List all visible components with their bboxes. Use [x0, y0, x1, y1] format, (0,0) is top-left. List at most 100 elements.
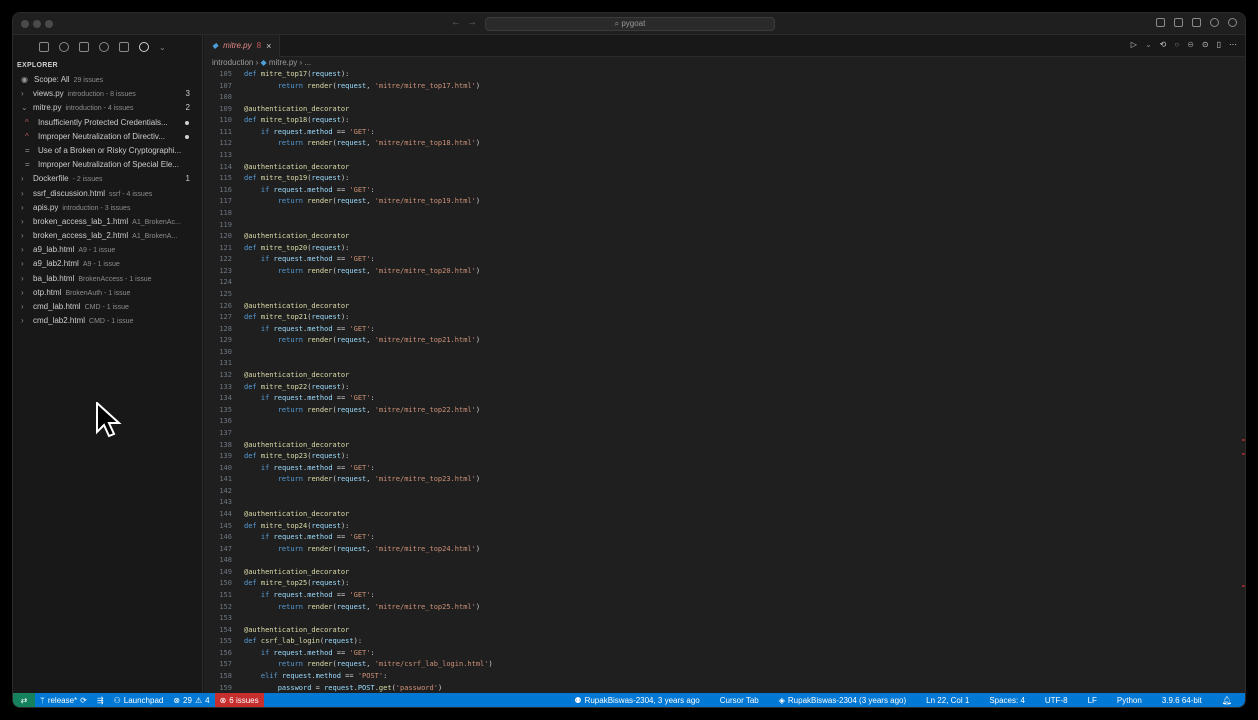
- code-line[interactable]: 129 return render(request, 'mitre/mitre_…: [204, 335, 1245, 347]
- tree-item[interactable]: ◉ Scope: All 29 issues: [13, 73, 202, 87]
- tree-item[interactable]: ⌄ mitre.py introduction - 4 issues 2: [13, 101, 202, 115]
- close-window-button[interactable]: [21, 20, 29, 28]
- tree-item[interactable]: ^ Improper Neutralization of Directiv...: [13, 130, 202, 144]
- line-ending[interactable]: LF: [1083, 693, 1102, 707]
- code-line[interactable]: 109 @authentication_decorator: [204, 104, 1245, 116]
- code-line[interactable]: 136: [204, 416, 1245, 428]
- minimize-window-button[interactable]: [33, 20, 41, 28]
- files-icon[interactable]: [39, 42, 49, 52]
- code-editor[interactable]: 105 def mitre_top17(request): 107 return r…: [204, 69, 1245, 693]
- chevron-down-icon[interactable]: ⌄: [159, 43, 166, 52]
- code-line[interactable]: 152 return render(request, 'mitre/mitre_…: [204, 602, 1245, 614]
- tree-item[interactable]: = Use of a Broken or Risky Cryptographi..…: [13, 144, 202, 158]
- code-line[interactable]: 127 def mitre_top21(request):: [204, 312, 1245, 324]
- python-interpreter[interactable]: 3.9.6 64-bit: [1157, 693, 1207, 707]
- close-tab-icon[interactable]: ×: [266, 41, 271, 51]
- tree-item[interactable]: › broken_access_lab_1.html A1_BrokenAc...: [13, 215, 202, 229]
- code-line[interactable]: 157 return render(request, 'mitre/csrf_l…: [204, 659, 1245, 671]
- cursor-icon[interactable]: ⊙: [1202, 40, 1209, 49]
- code-line[interactable]: 132 @authentication_decorator: [204, 370, 1245, 382]
- language-mode[interactable]: Python: [1112, 693, 1147, 707]
- code-line[interactable]: 155 def csrf_lab_login(request):: [204, 636, 1245, 648]
- code-line[interactable]: 139 def mitre_top23(request):: [204, 451, 1245, 463]
- extensions-icon[interactable]: [119, 42, 129, 52]
- code-line[interactable]: 135 return render(request, 'mitre/mitre_…: [204, 405, 1245, 417]
- launchpad-button[interactable]: ⚇ Launchpad: [109, 693, 169, 707]
- notifications-bell-icon[interactable]: 🔔︎: [1217, 693, 1237, 707]
- tree-item[interactable]: › broken_access_lab_2.html A1_BrokenA...: [13, 229, 202, 243]
- code-line[interactable]: 143: [204, 497, 1245, 509]
- code-line[interactable]: 140 if request.method == 'GET':: [204, 463, 1245, 475]
- command-center-search[interactable]: ⌕ pygoat: [485, 17, 775, 31]
- cursor-tab[interactable]: Cursor Tab: [715, 693, 764, 707]
- code-line[interactable]: 120 @authentication_decorator: [204, 231, 1245, 243]
- code-line[interactable]: 148: [204, 555, 1245, 567]
- code-line[interactable]: 150 def mitre_top25(request):: [204, 578, 1245, 590]
- encoding[interactable]: UTF-8: [1040, 693, 1073, 707]
- code-line[interactable]: 138 @authentication_decorator: [204, 440, 1245, 452]
- code-line[interactable]: 119: [204, 220, 1245, 232]
- cursor-position[interactable]: Ln 22, Col 1: [921, 693, 974, 707]
- code-line[interactable]: 128 if request.method == 'GET':: [204, 324, 1245, 336]
- code-line[interactable]: 149 @authentication_decorator: [204, 567, 1245, 579]
- code-line[interactable]: 111 if request.method == 'GET':: [204, 127, 1245, 139]
- code-line[interactable]: 137: [204, 428, 1245, 440]
- split-editor-icon[interactable]: ▯: [1217, 40, 1221, 49]
- code-line[interactable]: 144 @authentication_decorator: [204, 509, 1245, 521]
- code-line[interactable]: 123 return render(request, 'mitre/mitre_…: [204, 266, 1245, 278]
- source-control-icon[interactable]: [79, 42, 89, 52]
- code-line[interactable]: 125: [204, 289, 1245, 301]
- code-line[interactable]: 108: [204, 92, 1245, 104]
- code-line[interactable]: 147 return render(request, 'mitre/mitre_…: [204, 544, 1245, 556]
- toggle-sidebar-icon[interactable]: [1156, 18, 1165, 27]
- tree-item[interactable]: ^ Insufficiently Protected Credentials...: [13, 116, 202, 130]
- code-line[interactable]: 122 if request.method == 'GET':: [204, 254, 1245, 266]
- breadcrumb-folder[interactable]: introduction: [212, 58, 253, 67]
- code-line[interactable]: 107 return render(request, 'mitre/mitre_…: [204, 81, 1245, 93]
- tree-item[interactable]: = Improper Neutralization of Special Ele.…: [13, 158, 202, 172]
- run-icon[interactable]: ▷: [1131, 40, 1137, 49]
- code-line[interactable]: 126 @authentication_decorator: [204, 301, 1245, 313]
- toggle-panel-icon[interactable]: [1174, 18, 1183, 27]
- code-line[interactable]: 118: [204, 208, 1245, 220]
- tree-item[interactable]: › ba_lab.html BrokenAccess - 1 issue: [13, 272, 202, 286]
- maximize-window-button[interactable]: [45, 20, 53, 28]
- code-line[interactable]: 130: [204, 347, 1245, 359]
- gitlens-blame[interactable]: ◈ RupakBiswas-2304 (3 years ago): [774, 693, 911, 707]
- code-line[interactable]: 142: [204, 486, 1245, 498]
- tree-item[interactable]: › apis.py introduction - 3 issues: [13, 201, 202, 215]
- remote-indicator[interactable]: ⇄: [13, 693, 35, 707]
- git-blame[interactable]: ⚉ RupakBiswas-2304, 3 years ago: [569, 693, 704, 707]
- search-icon[interactable]: [59, 42, 69, 52]
- code-line[interactable]: 151 if request.method == 'GET':: [204, 590, 1245, 602]
- code-line[interactable]: 110 def mitre_top18(request):: [204, 115, 1245, 127]
- circle-icon[interactable]: ○: [1174, 40, 1179, 49]
- code-line[interactable]: 134 if request.method == 'GET':: [204, 393, 1245, 405]
- code-line[interactable]: 146 if request.method == 'GET':: [204, 532, 1245, 544]
- run-chevron-icon[interactable]: ⌄: [1145, 40, 1152, 49]
- code-line[interactable]: 124: [204, 277, 1245, 289]
- settings-gear-icon[interactable]: [1228, 18, 1237, 27]
- code-line[interactable]: 114 @authentication_decorator: [204, 162, 1245, 174]
- tree-item[interactable]: › ssrf_discussion.html ssrf - 4 issues: [13, 187, 202, 201]
- tree-item[interactable]: › cmd_lab.html CMD - 1 issue: [13, 300, 202, 314]
- code-line[interactable]: 141 return render(request, 'mitre/mitre_…: [204, 474, 1245, 486]
- tree-item[interactable]: › a9_lab2.html A9 - 1 issue: [13, 257, 202, 271]
- problems-indicator[interactable]: ⊗ 29 ⚠ 4: [168, 693, 214, 707]
- tree-item[interactable]: › a9_lab.html A9 - 1 issue: [13, 243, 202, 257]
- forward-arrow-icon[interactable]: →: [467, 17, 477, 28]
- code-line[interactable]: 131: [204, 358, 1245, 370]
- open-changes-icon[interactable]: ⟲: [1160, 40, 1167, 49]
- debug-icon[interactable]: [99, 42, 109, 52]
- code-line[interactable]: 159 password = request.POST.get('passwor…: [204, 683, 1245, 693]
- tree-item[interactable]: › otp.html BrokenAuth - 1 issue: [13, 286, 202, 300]
- forward-circle-icon[interactable]: ⊖: [1187, 40, 1194, 49]
- code-line[interactable]: 112 return render(request, 'mitre/mitre_…: [204, 138, 1245, 150]
- breadcrumb-symbol[interactable]: ...: [304, 58, 311, 67]
- toggle-secondary-sidebar-icon[interactable]: [1192, 18, 1201, 27]
- code-line[interactable]: 113: [204, 150, 1245, 162]
- code-line[interactable]: 145 def mitre_top24(request):: [204, 521, 1245, 533]
- tree-item[interactable]: › cmd_lab2.html CMD - 1 issue: [13, 314, 202, 328]
- issues-badge[interactable]: ⊗ 6 issues: [214, 693, 264, 707]
- tree-item[interactable]: › Dockerfile - 2 issues 1: [13, 172, 202, 186]
